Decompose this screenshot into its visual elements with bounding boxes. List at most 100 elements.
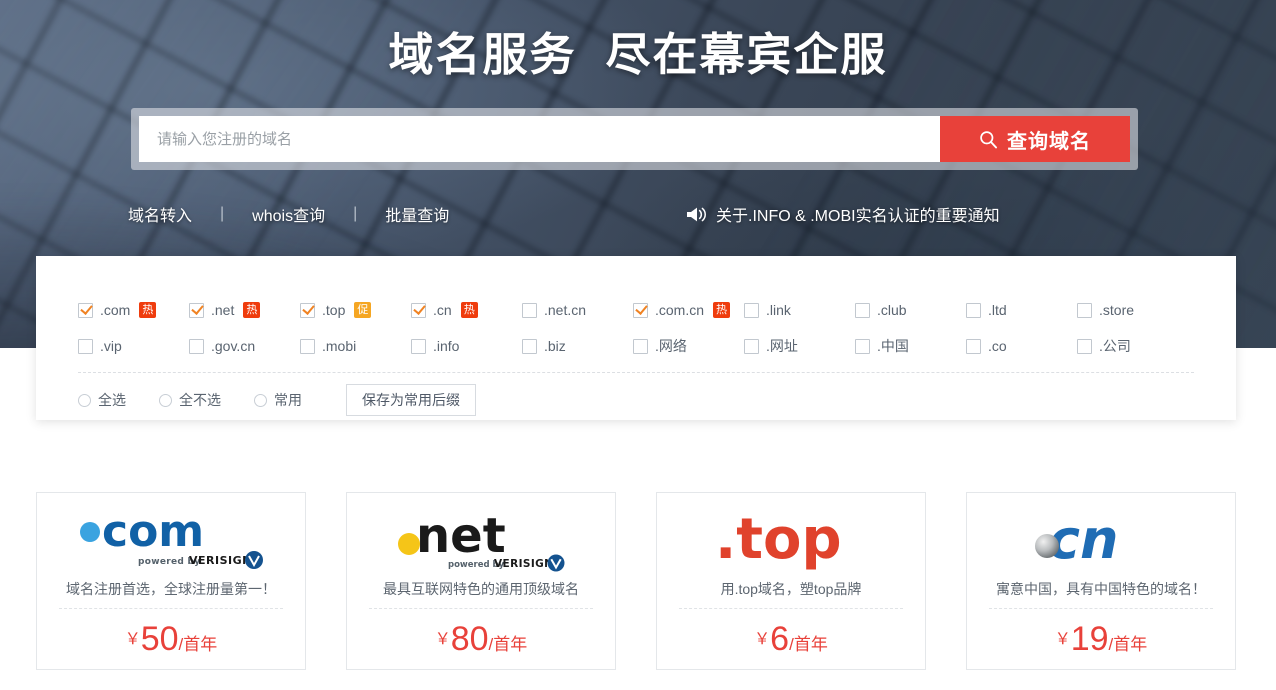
com-verisign-logo: com powered by VERISIGN [37,493,305,573]
checkbox-icon [411,338,426,354]
tld-label: .网络 [655,338,687,354]
hero-nav: 域名转入 | whois查询 | 批量查询 关于.INFO & .MOBI实名认… [0,202,1276,230]
svg-text:com: com [102,506,204,557]
card-description: 寓意中国，具有中国特色的域名！ [996,581,1206,597]
tld-selection-panel: .com 热 .net 热 .top 促 .cn 热 .net.cn .com.cn 热 .link.… [36,256,1236,420]
tld-actions: 全选 全不选 常用 保存为常用后缀 [78,380,476,420]
card-description: 用.top域名，塑top品牌 [720,581,862,597]
domain-search-bar: 查询域名 [131,108,1138,170]
nav-separator: | [353,205,358,222]
hero-nav-links: 域名转入 | whois查询 | 批量查询 [128,202,449,226]
tld-option-store[interactable]: .store [1077,302,1188,318]
tld-option-info[interactable]: .info [411,338,522,354]
tld-option-公司[interactable]: .公司 [1077,336,1188,356]
tld-label: .ltd [988,302,1007,318]
checkbox-icon [855,338,870,354]
tld-label: .top [322,302,346,318]
price-card-cn[interactable]: cn 寓意中国，具有中国特色的域名！ ￥19/首年 [966,492,1236,670]
checkbox-checked-icon [78,302,93,318]
tld-label: .club [877,302,907,318]
tld-option-top[interactable]: .top 促 [300,302,411,318]
tld-option-biz[interactable]: .biz [522,338,633,354]
search-button-label: 查询域名 [1007,130,1091,153]
price-amount: 50 [140,620,179,658]
tld-label: .vip [100,338,122,354]
svg-text:VERISIGN: VERISIGN [189,554,252,567]
tld-label: .网址 [766,338,798,354]
tld-option-网络[interactable]: .网络 [633,336,744,356]
tld-option-net[interactable]: .net 热 [189,302,300,318]
tld-label: .net [211,302,235,318]
tld-option-com[interactable]: .com 热 [78,302,189,318]
page-title: 域名服务 尽在幕宾企服 [388,29,888,80]
price-amount: 6 [770,620,790,658]
search-input[interactable] [139,116,940,162]
tld-label: .com.cn [655,302,705,318]
radio-indicator [254,393,267,407]
card-divider [989,608,1213,609]
tld-label: .biz [544,338,566,354]
radio-common[interactable]: 常用 [254,390,302,410]
tld-label: .link [766,302,791,318]
currency-symbol: ￥ [434,631,451,648]
checkbox-checked-icon [633,302,648,318]
save-common-suffix-button[interactable]: 保存为常用后缀 [346,384,476,416]
nav-link-bulk-query[interactable]: 批量查询 [385,202,449,226]
tld-option-中国[interactable]: .中国 [855,336,966,356]
currency-symbol: ￥ [124,631,141,648]
price-card-com[interactable]: com powered by VERISIGN 域名注册首选，全球注册量第一！ … [36,492,306,670]
tld-option-co[interactable]: .co [966,338,1077,354]
radio-label: 全选 [98,392,126,408]
checkbox-icon [1077,338,1092,354]
tld-badge-hot: 热 [243,302,261,318]
radio-select-all[interactable]: 全选 [78,390,126,410]
checkbox-icon [300,338,315,354]
svg-text:cn: cn [1048,508,1118,571]
nav-link-domain-transfer[interactable]: 域名转入 [128,202,192,226]
search-button[interactable]: 查询域名 [940,116,1130,162]
checkbox-checked-icon [300,302,315,318]
checkbox-icon [855,302,870,318]
tld-option-cn[interactable]: .cn 热 [411,302,522,318]
checkbox-icon [78,338,93,354]
tld-row-2: .vip .gov.cn .mobi .info .biz .网络 .网址 .中国 .co .公司 [36,328,1236,364]
tld-option-ltd[interactable]: .ltd [966,302,1077,318]
nav-link-whois[interactable]: whois查询 [252,202,325,226]
card-price: ￥19/首年 [967,620,1235,659]
checkbox-icon [966,338,981,354]
svg-text:net: net [416,508,506,564]
radio-deselect-all[interactable]: 全不选 [159,390,221,410]
tld-badge-hot: 热 [139,302,157,318]
tld-label: .公司 [1099,338,1131,354]
tld-option-netcn[interactable]: .net.cn [522,302,633,318]
announcement-link[interactable]: 关于.INFO & .MOBI实名认证的重要通知 [686,202,1000,226]
currency-symbol: ￥ [754,631,771,648]
price-card-net[interactable]: net powered by VERISIGN 最具互联网特色的通用顶级域名 ￥… [346,492,616,670]
tld-label: .中国 [877,338,909,354]
currency-symbol: ￥ [1054,631,1071,648]
tld-option-comcn[interactable]: .com.cn 热 [633,302,744,318]
radio-label: 常用 [274,392,302,408]
tld-label: .net.cn [544,302,587,318]
price-card-top[interactable]: .top 用.top域名，塑top品牌 ￥6/首年 [656,492,926,670]
checkbox-checked-icon [189,302,204,318]
tld-badge-hot: 热 [460,302,478,318]
checkbox-icon [966,302,981,318]
announcement-label: 关于.INFO & .MOBI实名认证的重要通知 [716,208,1000,225]
tld-option-mobi[interactable]: .mobi [300,338,411,354]
nav-separator: | [220,205,225,222]
tld-option-govcn[interactable]: .gov.cn [189,338,300,354]
checkbox-icon [1077,302,1092,318]
cn-logo: cn [967,493,1235,573]
tld-option-club[interactable]: .club [855,302,966,318]
checkbox-icon [189,338,204,354]
tld-option-vip[interactable]: .vip [78,338,189,354]
search-icon [980,130,998,148]
tld-option-网址[interactable]: .网址 [744,336,855,356]
net-logo-graphic: net powered by VERISIGN [397,508,564,572]
tld-label: .mobi [322,338,357,354]
tld-badge-hot: 热 [713,302,731,318]
price-amount: 80 [450,620,489,658]
tld-option-link[interactable]: .link [744,302,855,318]
top-logo: .top [657,493,925,573]
